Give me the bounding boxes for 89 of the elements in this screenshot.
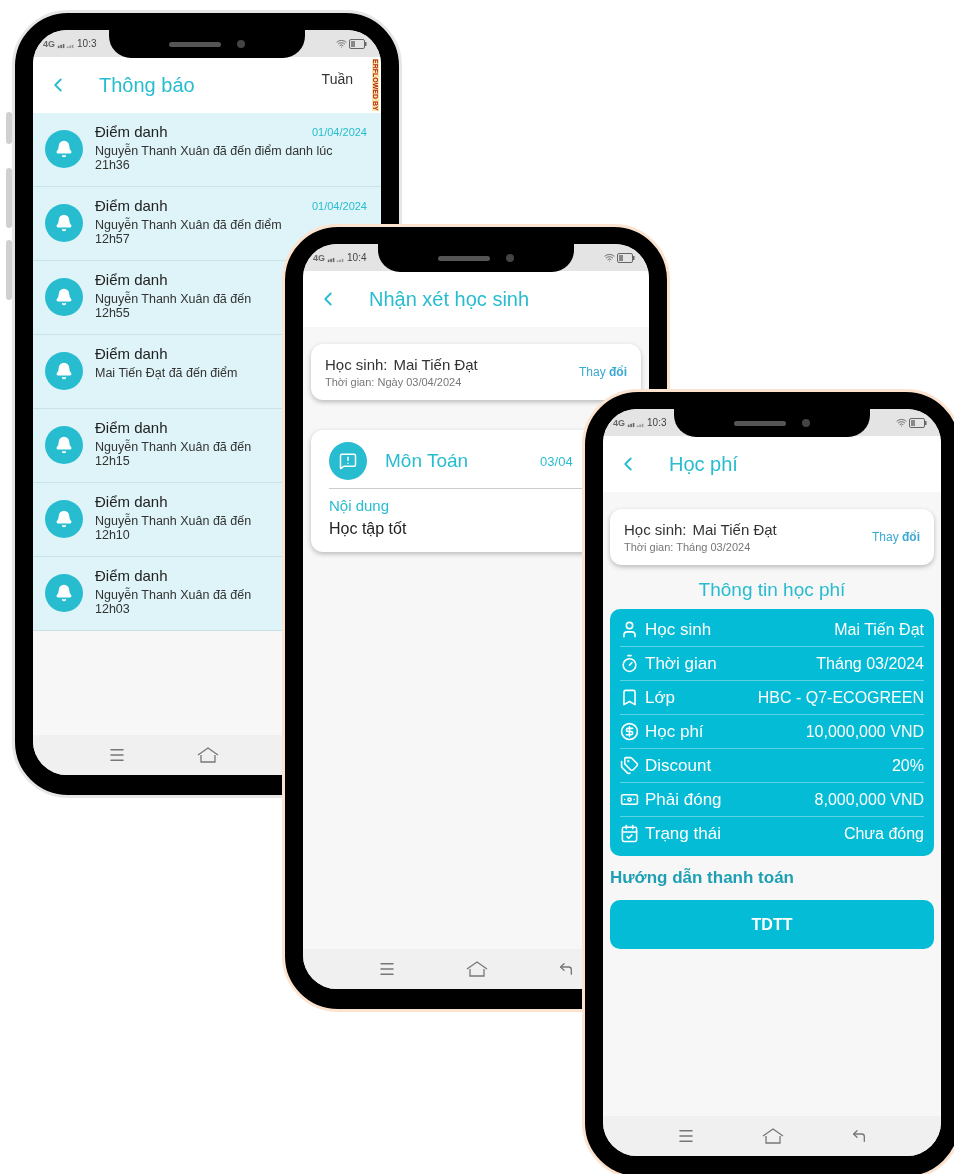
- fee-label: Phải đóng: [645, 789, 723, 810]
- notification-date: 01/04/2024: [311, 199, 367, 212]
- network-label: 4G: [43, 38, 55, 49]
- notification-title: Điểm danh: [95, 123, 168, 140]
- bookmark-icon: [620, 688, 639, 707]
- review-content: Học tập tốt: [329, 520, 407, 538]
- back-nav-icon[interactable]: [851, 1128, 868, 1144]
- change-link[interactable]: Thay đổi: [579, 365, 627, 379]
- fee-value: 20%: [891, 756, 924, 775]
- menu-icon[interactable]: [378, 960, 396, 978]
- notification-title: Điểm danh: [95, 271, 168, 288]
- time-subtitle: Thời gian: Tháng 03/2024: [624, 541, 752, 553]
- battery-icon: [909, 417, 927, 428]
- payment-button[interactable]: TDTT: [610, 900, 934, 949]
- status-time: 10:3: [647, 417, 667, 428]
- bell-icon: [45, 426, 83, 464]
- bell-icon: [45, 500, 83, 538]
- fee-label: Lớp: [645, 687, 677, 708]
- home-icon[interactable]: [466, 961, 488, 977]
- student-label: Học sinh:: [624, 521, 687, 538]
- bell-icon: [45, 352, 83, 390]
- notification-time: 12h57: [95, 232, 130, 246]
- home-icon[interactable]: [197, 747, 219, 763]
- person-icon: [620, 620, 639, 639]
- change-link[interactable]: Thay đổi: [872, 530, 920, 544]
- status-time: 10:4: [347, 252, 367, 263]
- notification-message: Nguyễn Thanh Xuân đã đến: [95, 292, 252, 306]
- status-time: 10:3: [77, 38, 97, 49]
- stopwatch-icon: [620, 654, 639, 673]
- back-nav-icon[interactable]: [558, 961, 574, 977]
- fee-label: Học sinh: [645, 619, 713, 640]
- fee-label: Học phí: [645, 721, 705, 742]
- notification-message: Nguyễn Thanh Xuân đã đến: [95, 440, 252, 454]
- notification-title: Điểm danh: [95, 567, 168, 584]
- student-label: Học sinh:: [325, 356, 388, 373]
- screen-title: Nhận xét học sinh: [369, 287, 530, 311]
- student-name: Mai Tiến Đạt: [692, 521, 777, 538]
- subject-title: Môn Toán: [385, 450, 469, 472]
- network-label: 4G: [313, 252, 325, 263]
- fee-value: Tháng 03/2024: [816, 654, 924, 673]
- battery-icon: [617, 252, 635, 263]
- review-date: 03/04: [540, 453, 573, 469]
- bell-icon: [45, 278, 83, 316]
- fee-value: Chưa đóng: [843, 824, 924, 843]
- screen-title: Thông báo: [99, 73, 195, 97]
- screen-title: Học phí: [669, 452, 738, 476]
- notification-title: Điểm danh: [95, 493, 168, 510]
- dollar-icon: [620, 722, 639, 741]
- notification-message: Nguyễn Thanh Xuân đã đến điểm: [95, 218, 282, 232]
- notification-title: Điểm danh: [95, 419, 168, 436]
- fee-value: HBC - Q7-ECOGREEN: [757, 688, 924, 707]
- bell-icon: [45, 130, 83, 168]
- wifi-icon: [896, 417, 907, 428]
- bell-icon: [45, 574, 83, 612]
- menu-icon[interactable]: [676, 1127, 695, 1145]
- student-name: Mai Tiến Đạt: [393, 356, 478, 373]
- payment-title: Hướng dẫn thanh toán: [610, 868, 795, 888]
- notification-time: 12h03: [95, 602, 130, 616]
- bell-icon: [45, 204, 83, 242]
- fee-label: Thời gian: [645, 653, 718, 674]
- wifi-icon: [336, 38, 347, 49]
- fee-label: Trạng thái: [645, 823, 722, 844]
- tag-icon: [620, 756, 639, 775]
- notification-message: Nguyễn Thanh Xuân đã đến: [95, 514, 252, 528]
- week-filter[interactable]: Tuần: [321, 71, 353, 87]
- time-subtitle: Thời gian: Ngày 03/04/2024: [325, 376, 463, 388]
- notification-time: 12h55: [95, 306, 130, 320]
- battery-icon: [349, 38, 367, 49]
- home-icon[interactable]: [762, 1128, 784, 1144]
- notification-time: 12h15: [95, 454, 130, 468]
- section-title: Thông tin học phí: [697, 579, 847, 601]
- notification-title: Điểm danh: [95, 345, 168, 362]
- wifi-icon: [604, 252, 615, 263]
- notification-message: Mai Tiến Đạt đã đến điểm: [95, 366, 238, 380]
- comment-icon: [329, 442, 367, 480]
- fee-label: Discount: [645, 755, 713, 776]
- content-label: Nội dung: [329, 497, 390, 514]
- network-label: 4G: [613, 417, 625, 428]
- notification-message: Nguyễn Thanh Xuân đã đến điểm danh lúc: [95, 144, 333, 158]
- notification-time: 21h36: [95, 158, 130, 172]
- notification-title: Điểm danh: [95, 197, 168, 214]
- menu-icon[interactable]: [108, 746, 127, 764]
- fee-value: 10,000,000 VND: [805, 722, 924, 741]
- notification-date: 01/04/2024: [311, 125, 367, 138]
- fee-value: 8,000,000 VND: [814, 790, 924, 809]
- notification-time: 12h10: [95, 528, 130, 542]
- notification-message: Nguyễn Thanh Xuân đã đến: [95, 588, 252, 602]
- calendar-check-icon: [620, 824, 639, 843]
- fee-value: Mai Tiến Đạt: [834, 620, 924, 639]
